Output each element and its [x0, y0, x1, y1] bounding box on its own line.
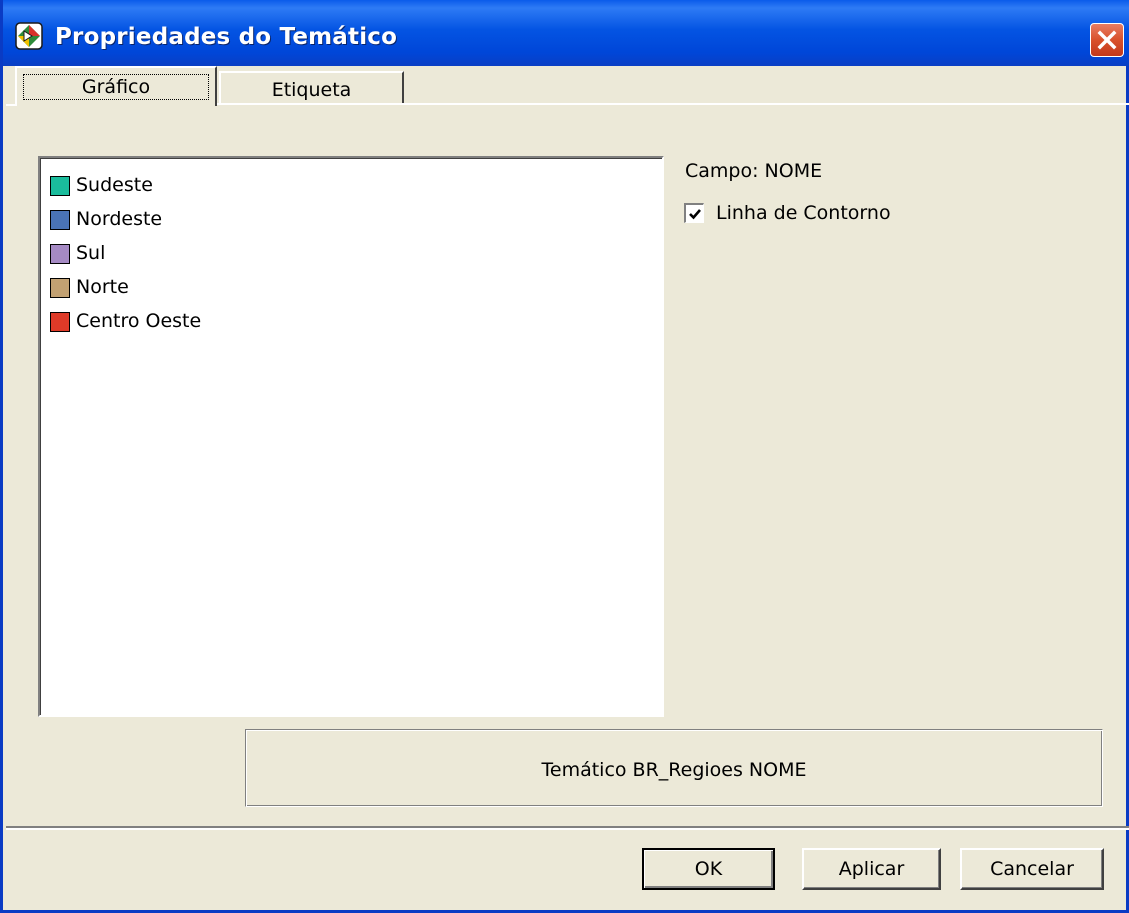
- checkmark-icon: [689, 209, 701, 220]
- legend-item-label: Norte: [76, 276, 129, 298]
- legend-item-label: Sul: [76, 242, 106, 264]
- tab-grafico-label: Gráfico: [81, 76, 151, 98]
- contour-checkbox-label[interactable]: Linha de Contorno: [716, 202, 891, 224]
- tab-border: [217, 103, 1129, 105]
- close-button[interactable]: [1090, 23, 1124, 57]
- theme-description: Temático BR_Regioes NOME: [541, 759, 807, 781]
- tab-etiqueta[interactable]: Etiqueta: [219, 71, 404, 104]
- contour-checkbox[interactable]: [684, 203, 704, 223]
- color-swatch: [50, 210, 70, 230]
- dialog-window: Propriedades do Temático Gráfico Etiquet…: [0, 0, 1129, 913]
- field-label: Campo: NOME: [685, 160, 823, 182]
- legend-item-label: Centro Oeste: [76, 310, 202, 332]
- color-swatch: [50, 312, 70, 332]
- color-swatch: [50, 278, 70, 298]
- color-swatch: [50, 244, 70, 264]
- apply-button[interactable]: Aplicar: [802, 848, 941, 890]
- app-icon: [15, 22, 43, 50]
- close-icon: [1097, 30, 1117, 50]
- ok-button[interactable]: OK: [642, 848, 775, 890]
- tab-etiqueta-label: Etiqueta: [271, 79, 352, 101]
- title-bar[interactable]: Propriedades do Temático: [3, 0, 1129, 66]
- color-swatch: [50, 176, 70, 196]
- legend-item-label: Nordeste: [76, 208, 163, 230]
- theme-description-panel: Temático BR_Regioes NOME: [245, 729, 1103, 807]
- legend-item-label: Sudeste: [76, 174, 153, 196]
- legend-list[interactable]: Sudeste Nordeste Sul Norte Centro Oeste: [38, 156, 664, 717]
- window-title: Propriedades do Temático: [55, 24, 398, 50]
- cancel-button[interactable]: Cancelar: [960, 848, 1104, 890]
- tab-grafico[interactable]: Gráfico: [15, 66, 217, 106]
- separator-highlight: [6, 828, 1129, 830]
